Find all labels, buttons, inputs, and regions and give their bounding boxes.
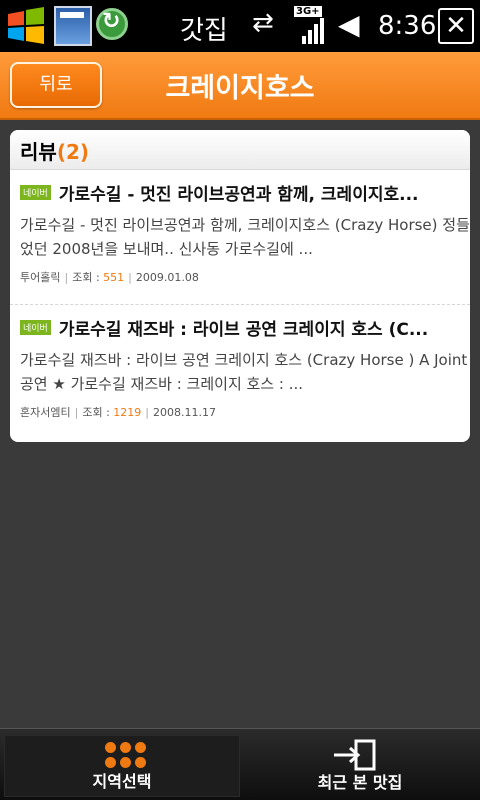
views-label: 조회 : — [72, 271, 100, 284]
review-date: 2008.11.17 — [153, 406, 216, 419]
enter-arrow-icon — [334, 739, 376, 771]
review-meta: 투어홀릭 | 조회 : 551 | 2009.01.08 — [20, 269, 470, 285]
tab-recently-viewed[interactable]: 최근 본 맛집 — [244, 735, 476, 797]
volume-muted-icon[interactable]: ◀ — [338, 8, 360, 41]
review-snippet: 가로수길 - 멋진 라이브공연과 함께, 크레이지호스 (Crazy Horse… — [20, 216, 470, 258]
divider: | — [74, 406, 79, 419]
windows-start-icon[interactable] — [4, 6, 48, 46]
grid-dots-icon — [105, 742, 147, 770]
reviews-card: 리뷰(2) 네이버 가로수길 - 멋진 라이브공연과 함께, 크레이지호... … — [10, 130, 470, 442]
source-badge: 네이버 — [20, 185, 51, 200]
divider: | — [145, 406, 149, 419]
page-title: 크레이지호스 — [165, 73, 315, 104]
divider: | — [128, 271, 132, 284]
views-label: 조회 : — [82, 406, 110, 419]
views-count: 551 — [103, 271, 125, 284]
clock[interactable]: 8:36 — [378, 11, 436, 41]
tab-label-recent: 최근 본 맛집 — [317, 773, 403, 792]
sync-icon[interactable] — [96, 8, 128, 40]
review-title-row: 네이버 가로수길 - 멋진 라이브공연과 함께, 크레이지호... — [20, 180, 470, 205]
signal-icon[interactable] — [296, 6, 326, 46]
review-snippet: 가로수길 재즈바 : 라이브 공연 크레이지 호스 (Crazy Horse )… — [20, 351, 468, 393]
review-author: 혼자서엠티 — [20, 406, 71, 419]
connectivity-icon[interactable]: ⇄ — [252, 8, 274, 38]
views-count: 1219 — [113, 406, 142, 419]
review-item[interactable]: 네이버 가로수길 - 멋진 라이브공연과 함께, 크레이지호... 가로수길 -… — [10, 170, 470, 304]
review-title[interactable]: 가로수길 - 멋진 라이브공연과 함께, 크레이지호... — [59, 180, 463, 205]
review-date: 2009.01.08 — [135, 271, 199, 284]
status-bar: 갓집 ⇄ 3G+ ◀ 8:36 ✕ — [0, 0, 480, 52]
tab-label-region: 지역선택 — [92, 772, 152, 791]
reviews-heading: 리뷰 — [20, 140, 57, 164]
review-item[interactable]: 네이버 가로수길 재즈바 : 라이브 공연 크레이지 호스 (C... 가로수길… — [10, 304, 470, 438]
review-meta: 혼자서엠티 | 조회 : 1219 | 2008.11.17 — [20, 404, 470, 420]
close-button[interactable]: ✕ — [438, 8, 474, 44]
header-bar: 뒤로 크레이지호스 — [0, 52, 480, 120]
window-switch-icon[interactable] — [54, 6, 92, 46]
review-title-row: 네이버 가로수길 재즈바 : 라이브 공연 크레이지 호스 (C... — [20, 315, 470, 340]
review-title[interactable]: 가로수길 재즈바 : 라이브 공연 크레이지 호스 (C... — [59, 315, 463, 340]
bottom-tab-bar: 지역선택 최근 본 맛집 — [0, 728, 480, 800]
app-title: 갓집 — [180, 16, 228, 46]
reviews-count: (2) — [56, 140, 90, 164]
review-author: 투어홀릭 — [20, 271, 61, 284]
reviews-header: 리뷰(2) — [10, 130, 470, 170]
back-button[interactable]: 뒤로 — [10, 62, 102, 108]
tab-region-select[interactable]: 지역선택 — [4, 735, 240, 797]
divider: | — [64, 271, 69, 284]
source-badge: 네이버 — [20, 320, 51, 335]
